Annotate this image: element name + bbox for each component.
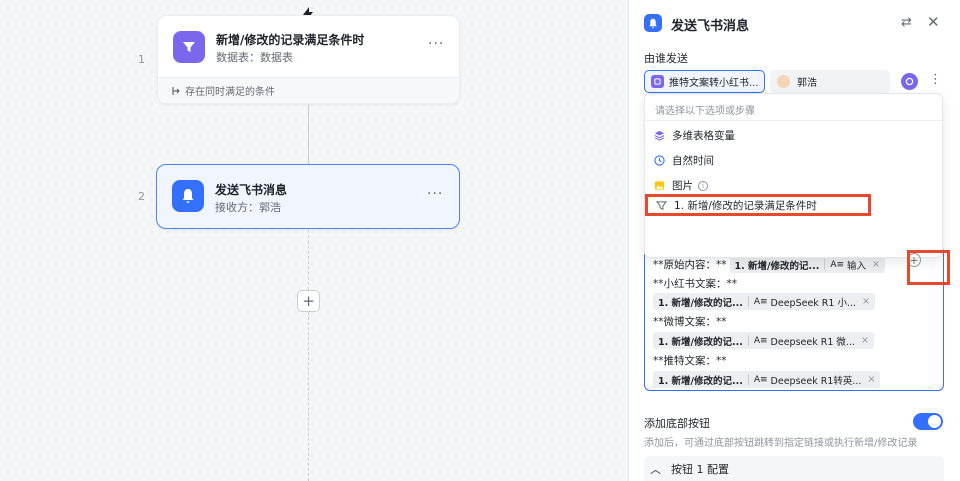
editor-text: **微博文案：** [653, 316, 727, 328]
sender-value: 推特文案转小红书... [669, 78, 759, 89]
workflow-canvas[interactable]: 1 新增/修改的记录满足条件时 数据表：数据表 ··· 存在同时满足的条件 2 … [0, 0, 628, 481]
step-number-1: 1 [138, 53, 145, 66]
connector-dashed-line [308, 230, 309, 290]
bottom-button-toggle[interactable] [913, 413, 943, 430]
variable-dropdown: 请选择以下选项或步骤 多维表格变量 自然时间 图片 i 1. 新增/修改的记录满… [644, 93, 943, 258]
chevron-up-icon: ︿ [650, 462, 661, 476]
chip-field: Deepseek R1 微... [770, 336, 855, 348]
ai-text-icon: A≡ [753, 335, 768, 346]
chip-source: 1. 新增/修改的记... [658, 336, 743, 348]
trigger-node-subtitle: 数据表：数据表 [216, 51, 293, 64]
dropdown-hint: 请选择以下选项或步骤 [655, 106, 755, 117]
trigger-node-more-icon[interactable]: ··· [428, 36, 444, 52]
more-icon[interactable]: ⋮ [929, 72, 942, 87]
editor-line-xhs-label: **小红书文案：** [653, 276, 737, 291]
sender-label: 由谁发送 [644, 52, 688, 65]
bell-icon [172, 180, 204, 212]
avatar [777, 75, 790, 88]
layers-icon [653, 130, 665, 142]
insert-button-highlight [907, 250, 950, 285]
sender-select[interactable]: 推特文案转小红书... [644, 70, 765, 93]
variable-chip[interactable]: 1. 新增/修改的记... A≡ DeepSeek R1 小... × [653, 293, 876, 310]
editor-text: **小红书文案：** [653, 278, 737, 290]
chip-field: DeepSeek R1 小... [770, 297, 857, 309]
dropdown-item-trigger-step[interactable]: 1. 新增/修改的记录满足条件时 [645, 194, 871, 216]
chip-source: 1. 新增/修改的记... [734, 260, 820, 272]
variable-chip[interactable]: 1. 新增/修改的记... A≡ 输入 × [729, 256, 886, 273]
chip-remove-icon[interactable]: × [867, 374, 875, 385]
close-icon[interactable]: ✕ [927, 13, 940, 31]
clock-icon [653, 155, 665, 167]
chip-remove-icon[interactable]: × [872, 259, 880, 270]
action-node-card[interactable]: 发送飞书消息 接收方：郭浩 ··· [156, 164, 460, 229]
filter-icon [173, 31, 205, 63]
action-node-subtitle: 接收方：郭浩 [215, 201, 281, 214]
bell-icon [644, 14, 662, 32]
chip-separator [747, 296, 749, 307]
ai-text-icon: A≡ [830, 259, 845, 270]
dropdown-item-label: 自然时间 [672, 155, 714, 167]
chip-separator [747, 335, 749, 346]
trigger-node-card[interactable]: 新增/修改的记录满足条件时 数据表：数据表 ··· 存在同时满足的条件 [157, 15, 460, 104]
action-node-more-icon[interactable]: ··· [427, 186, 443, 202]
chip-separator [824, 259, 826, 270]
app-icon [651, 75, 664, 88]
filter-icon [655, 199, 667, 211]
ai-text-icon: A≡ [753, 296, 768, 307]
connector-line [308, 104, 309, 164]
dropdown-item-natural-time[interactable]: 自然时间 [653, 153, 714, 168]
connector-dashed-line-lower [308, 312, 309, 481]
condition-footer[interactable]: 存在同时满足的条件 [158, 77, 459, 103]
add-variable-icon[interactable] [901, 73, 918, 90]
info-icon[interactable]: i [698, 180, 708, 191]
button-config-header[interactable]: ︿ 按钮 1 配置 [644, 456, 944, 481]
bottom-button-label: 添加底部按钮 [644, 417, 710, 430]
dropdown-item-label: 图片 [672, 180, 693, 192]
dropdown-item-table-variable[interactable]: 多维表格变量 [653, 128, 735, 143]
recipient-value: 郭浩 [797, 78, 817, 89]
editor-line-twitter-label: **推特文案：** [653, 353, 727, 368]
editor-line-twitter-chip: 1. 新增/修改的记... A≡ Deepseek R1转英... × [653, 371, 881, 388]
editor-text: **推特文案：** [653, 355, 727, 367]
action-node-title: 发送飞书消息 [215, 183, 288, 197]
image-icon [653, 180, 665, 192]
chip-field: 输入 [847, 260, 867, 272]
dropdown-item-image[interactable]: 图片 i [653, 178, 708, 193]
bottom-button-description: 添加后，可通过底部按钮跳转到指定链接或执行新增/修改记录 [644, 438, 918, 449]
chip-source: 1. 新增/修改的记... [658, 375, 743, 387]
swap-icon[interactable]: ⇄ [901, 15, 912, 30]
dropdown-divider [645, 120, 942, 121]
chip-remove-icon[interactable]: × [861, 335, 869, 346]
button-config-label: 按钮 1 配置 [671, 462, 729, 476]
editor-line-xhs-chip: 1. 新增/修改的记... A≡ DeepSeek R1 小... × [653, 293, 876, 310]
step-number-2: 2 [138, 190, 145, 203]
variable-chip[interactable]: 1. 新增/修改的记... A≡ Deepseek R1转英... × [653, 371, 881, 388]
config-panel: 发送飞书消息 ⇄ ✕ 由谁发送 推特文案转小红书... 郭浩 ⋮ 请选择以下选项… [628, 0, 960, 481]
dropdown-item-label: 1. 新增/修改的记录满足条件时 [674, 199, 817, 212]
recipient-select[interactable]: 郭浩 [770, 70, 890, 93]
panel-title: 发送飞书消息 [671, 19, 750, 34]
condition-footer-label: 存在同时满足的条件 [185, 87, 275, 98]
chip-separator [747, 374, 749, 385]
editor-line-weibo-label: **微博文案：** [653, 314, 727, 329]
variable-chip[interactable]: 1. 新增/修改的记... A≡ Deepseek R1 微... × [653, 332, 874, 349]
chip-source: 1. 新增/修改的记... [658, 297, 743, 309]
dropdown-item-label: 多维表格变量 [672, 130, 735, 142]
add-node-button[interactable]: + [297, 290, 320, 312]
message-content-editor[interactable]: **原始内容：** 1. 新增/修改的记... A≡ 输入 × **小红书文案：… [644, 246, 944, 391]
editor-text: **原始内容：** [653, 259, 727, 271]
chip-field: Deepseek R1转英... [770, 375, 862, 387]
editor-line-original: **原始内容：** 1. 新增/修改的记... A≡ 输入 × [653, 256, 886, 273]
trigger-node-title: 新增/修改的记录满足条件时 [216, 33, 365, 47]
ai-text-icon: A≡ [753, 374, 768, 385]
chip-remove-icon[interactable]: × [862, 296, 870, 307]
editor-line-weibo-chip: 1. 新增/修改的记... A≡ Deepseek R1 微... × [653, 332, 874, 349]
branch-icon [172, 86, 180, 95]
